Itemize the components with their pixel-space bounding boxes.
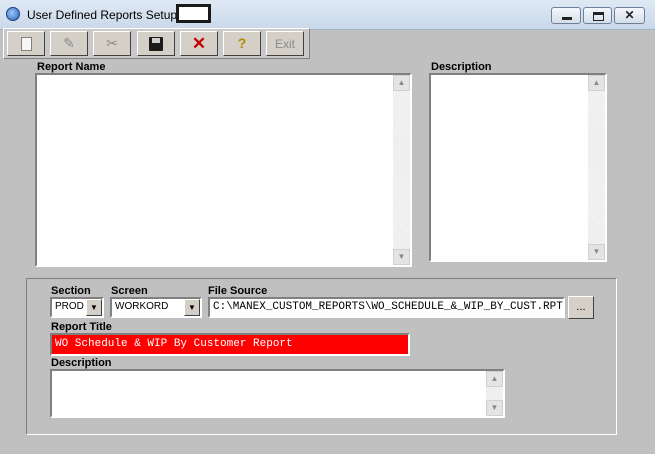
maximize-icon: [593, 12, 604, 21]
cut-button[interactable]: ✂: [93, 31, 131, 56]
screen-value: WORKORD: [115, 301, 169, 312]
description-field-content: [52, 371, 486, 416]
description-list[interactable]: ▲ ▼: [429, 73, 607, 262]
description-list-label: Description: [431, 61, 492, 73]
report-name-list-content: [37, 75, 393, 265]
chevron-down-icon[interactable]: ▼: [184, 299, 200, 316]
close-icon: ✕: [624, 8, 635, 22]
red-x-icon: ✕: [191, 34, 207, 53]
description-list-content: [431, 75, 588, 260]
description-field-label: Description: [51, 357, 112, 369]
description-scrollbar[interactable]: ▲ ▼: [588, 75, 605, 260]
delete-button[interactable]: ✕: [180, 31, 218, 56]
minimize-icon: [562, 17, 572, 20]
help-button[interactable]: ?: [223, 31, 261, 56]
question-mark-icon: ?: [237, 35, 247, 51]
toolbar: ✎ ✂ ✕ ? Exit: [3, 28, 310, 59]
new-document-icon: [20, 37, 32, 51]
title-indicator-box: [176, 4, 211, 23]
section-dropdown[interactable]: PROD ▼: [50, 297, 104, 318]
title-bar: User Defined Reports Setup ✕: [0, 0, 655, 30]
scroll-up-arrow-icon[interactable]: ▲: [393, 75, 410, 91]
screen-dropdown[interactable]: WORKORD ▼: [110, 297, 202, 318]
description-field[interactable]: ▲ ▼: [50, 369, 505, 418]
exit-button[interactable]: Exit: [266, 31, 304, 56]
screen-label: Screen: [111, 285, 148, 297]
edit-button[interactable]: ✎: [50, 31, 88, 56]
scroll-down-arrow-icon[interactable]: ▼: [588, 244, 605, 260]
browse-button[interactable]: ...: [568, 296, 594, 319]
report-title-field[interactable]: WO Schedule & WIP By Customer Report: [50, 333, 410, 356]
description-field-scrollbar[interactable]: ▲ ▼: [486, 371, 503, 416]
exit-label: Exit: [274, 37, 295, 51]
scroll-down-arrow-icon[interactable]: ▼: [393, 249, 410, 265]
report-name-list[interactable]: ▲ ▼: [35, 73, 412, 267]
app-icon: [6, 7, 20, 21]
section-value: PROD: [55, 301, 84, 312]
scroll-up-arrow-icon[interactable]: ▲: [588, 75, 605, 91]
report-title-label: Report Title: [51, 321, 112, 333]
report-name-scrollbar[interactable]: ▲ ▼: [393, 75, 410, 265]
report-title-value: WO Schedule & WIP By Customer Report: [55, 338, 293, 350]
file-source-field[interactable]: C:\MANEX_CUSTOM_REPORTS\WO_SCHEDULE_&_WI…: [208, 297, 565, 318]
section-label: Section: [51, 285, 91, 297]
close-button[interactable]: ✕: [614, 7, 645, 24]
minimize-button[interactable]: [551, 7, 581, 24]
file-source-value: C:\MANEX_CUSTOM_REPORTS\WO_SCHEDULE_&_WI…: [213, 301, 563, 313]
scissors-icon: ✂: [106, 35, 118, 51]
chevron-down-icon[interactable]: ▼: [86, 299, 102, 316]
save-button[interactable]: [137, 31, 175, 56]
report-name-label: Report Name: [37, 61, 106, 73]
new-button[interactable]: [7, 31, 45, 56]
edit-icon: ✎: [63, 35, 75, 51]
scroll-up-arrow-icon[interactable]: ▲: [486, 371, 503, 387]
scroll-down-arrow-icon[interactable]: ▼: [486, 400, 503, 416]
file-source-label: File Source: [208, 285, 268, 297]
maximize-button[interactable]: [583, 7, 612, 24]
window-title: User Defined Reports Setup: [27, 8, 178, 22]
floppy-disk-icon: [149, 37, 163, 51]
